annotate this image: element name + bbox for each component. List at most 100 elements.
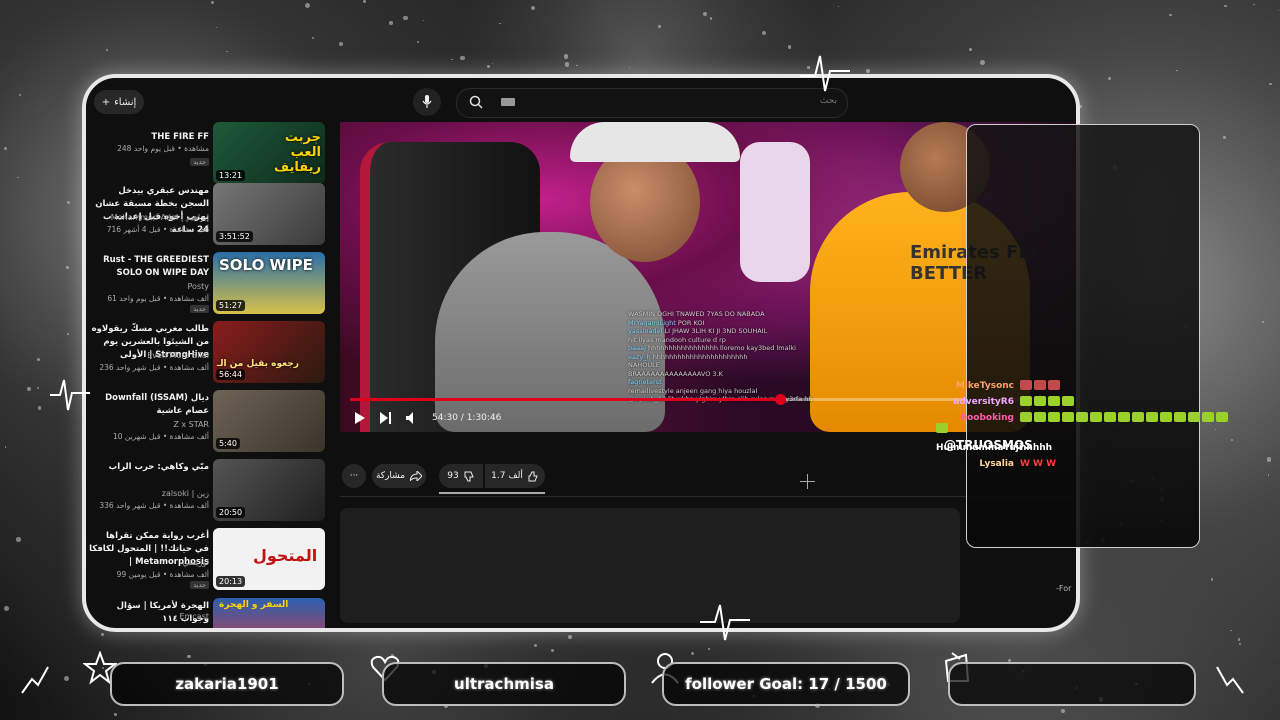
- stream-chat-overlay: WASMIN DGHI TNAWED 7YAS DO NABADA MrYagam…: [628, 310, 868, 404]
- latest-follower-slot: ultrachmisa: [382, 662, 626, 706]
- overlay-chat-line: NAHOULE: [628, 361, 868, 370]
- chat-username[interactable]: HumunuminaYuji: [936, 443, 1022, 453]
- channel-name[interactable]: Even More Bilal: [89, 351, 209, 360]
- video-duration: 51:27: [216, 300, 246, 311]
- create-button[interactable]: + إنشاء: [94, 90, 144, 114]
- chat-username[interactable]: MikeTysonc: [936, 381, 1014, 391]
- chat-message: hhhhh: [1020, 443, 1053, 453]
- splatter-dot: [16, 537, 21, 542]
- emote-icon: [1174, 412, 1186, 422]
- more-actions-button[interactable]: ···: [342, 464, 366, 488]
- channel-name[interactable]: Mohammed Adel | إبراهيم: [89, 213, 209, 222]
- heartbeat-top-icon: [800, 55, 850, 92]
- video-thumbnail[interactable]: 20:50: [213, 459, 325, 521]
- video-title[interactable]: مبّي وكاهي: حرب الراب: [89, 461, 209, 474]
- splatter-dot: [37, 357, 40, 361]
- recommendations-list: جربت العب ريفايف 13:21 THE FIRE FF 248 م…: [86, 122, 331, 628]
- splatter-dot: [658, 25, 662, 28]
- splatter-dot: [1261, 320, 1264, 323]
- video-meta: 716 ألف مشاهدة • قبل 4 أشهر: [106, 225, 209, 234]
- splatter-dot: [709, 17, 713, 20]
- overlay-chat-message: hhhhhhhhhhhhhhhhhhhhhhh: [652, 352, 748, 361]
- emote-icon: [1188, 412, 1200, 422]
- splatter-dot: [3, 605, 9, 611]
- splatter-dot: [389, 21, 393, 25]
- overlay-chat-message: WASMIN DGHI TNAWED 7YAS DO NABADA: [628, 310, 765, 318]
- emote-icon: [1048, 396, 1060, 406]
- share-icon: [410, 471, 423, 481]
- recommendation-item[interactable]: جربت العب ريفايف 13:21 THE FIRE FF 248 م…: [86, 122, 331, 186]
- video-thumbnail[interactable]: SOLO WIPE 51:27: [213, 252, 325, 314]
- video-title[interactable]: Rust - THE GREEDIEST SOLO ON WIPE DAY: [89, 254, 209, 280]
- new-badge: جديد: [190, 305, 209, 313]
- search-input[interactable]: بحث: [456, 88, 848, 118]
- recommendation-item[interactable]: SOLO WIPE 51:27 Rust - THE GREEDIEST SOL…: [86, 252, 331, 316]
- channel-name[interactable]: لوريسي: [89, 558, 209, 567]
- video-thumbnail[interactable]: 3:51:52: [213, 183, 325, 245]
- next-icon[interactable]: [380, 412, 392, 424]
- recommendation-item[interactable]: 5:40 Downfall (ISSAM) دیال عصام عاشية Z …: [86, 390, 331, 454]
- channel-name[interactable]: zalsoki | زين: [89, 489, 209, 498]
- description-box[interactable]: [340, 508, 960, 623]
- chat-username[interactable]: booboking: [936, 413, 1014, 423]
- overlay-chat-user: yassinadel: [628, 327, 665, 335]
- dislike-count: 93: [447, 471, 459, 481]
- emote-icon: [1034, 396, 1046, 406]
- video-thumbnail[interactable]: رجعوه بقيل من الـ 56:44: [213, 321, 325, 383]
- recommendation-item[interactable]: المتحول 20:13 أغرب رواية ممكن تقراها في …: [86, 528, 331, 592]
- microphone-icon: [422, 95, 432, 108]
- latest-subscriber-slot: zakaria1901: [110, 662, 344, 706]
- create-label: إنشاء: [114, 96, 137, 108]
- thumbnail-text: SOLO WIPE: [219, 256, 313, 274]
- recommendation-item[interactable]: السفر و الهجرة الهجرة لأمريكا | سؤال وجو…: [86, 598, 331, 628]
- chat-message: W W W: [1020, 459, 1057, 469]
- dislike-button[interactable]: 93: [439, 464, 483, 488]
- overlay-chat-line: WASMIN DGHI TNAWED 7YAS DO NABADA: [628, 310, 868, 319]
- emote-icon: [1090, 412, 1102, 422]
- overlay-chat-message: hit ilyas mandooh culture d rp: [628, 335, 726, 344]
- keyboard-icon[interactable]: [501, 98, 515, 106]
- channel-name[interactable]: Posty: [89, 282, 209, 291]
- chat-line: MikeTysonc: [936, 380, 1236, 391]
- play-icon[interactable]: [354, 412, 366, 424]
- channel-name[interactable]: Emcast: [89, 612, 209, 621]
- recommendation-item[interactable]: 3:51:52 مهندس عبقري بيدخل السجن بخطة مسب…: [86, 183, 331, 247]
- recommendation-item[interactable]: رجعوه بقيل من الـ 56:44 طالب مغربي مسكّ …: [86, 321, 331, 385]
- video-thumbnail[interactable]: المتحول 20:13: [213, 528, 325, 590]
- splatter-dot: [628, 67, 630, 69]
- video-duration: 56:44: [216, 369, 246, 380]
- splatter-dot: [460, 55, 465, 61]
- splatter-dot: [4, 446, 7, 448]
- voice-search-button[interactable]: [413, 88, 441, 116]
- video-title[interactable]: THE FIRE FF: [89, 131, 209, 144]
- video-thumbnail[interactable]: جربت العب ريفايف 13:21: [213, 122, 325, 184]
- video-thumbnail[interactable]: 5:40: [213, 390, 325, 452]
- progress-scrubber[interactable]: [774, 394, 786, 405]
- chat-username[interactable]: Lysalia: [936, 459, 1014, 469]
- follower-goal-text: follower Goal: 17 / 1500: [685, 675, 887, 693]
- splatter-dot: [1223, 136, 1226, 139]
- splatter-dot: [66, 265, 70, 269]
- video-title[interactable]: Downfall (ISSAM) دیال عصام عاشية: [89, 392, 209, 418]
- overlay-chat-line: yassinadel LI JHAW 3LIH KI JI 3ND SOUHAI…: [628, 327, 868, 336]
- emote-icon: [1118, 412, 1130, 422]
- volume-icon[interactable]: [406, 412, 418, 424]
- like-button[interactable]: 1.7 ألف: [485, 464, 545, 488]
- recommendation-item[interactable]: 20:50 مبّي وكاهي: حرب الراب zalsoki | زي…: [86, 459, 331, 523]
- thumbs-down-icon: [464, 471, 474, 481]
- video-duration: 20:13: [216, 576, 246, 587]
- youtube-topbar: + إنشاء بحث: [86, 78, 1076, 122]
- chat-username[interactable]: adversityR6: [936, 397, 1014, 407]
- video-thumbnail[interactable]: السفر و الهجرة: [213, 598, 325, 628]
- emote-icon: [1132, 412, 1144, 422]
- overlay-chat-line: hit ilyas mandooh culture d rp: [628, 336, 868, 345]
- search-icon: [469, 95, 483, 109]
- plus-icon: +: [101, 96, 111, 108]
- stream-chat-panel: [966, 124, 1200, 548]
- share-button[interactable]: مشاركة: [372, 464, 426, 488]
- heartbeat-corner-left-icon: [15, 660, 55, 700]
- splatter-dot: [100, 632, 104, 637]
- splatter-dot: [37, 405, 42, 410]
- channel-name[interactable]: Z x STAR: [89, 420, 209, 429]
- emote-icon: [1020, 412, 1032, 422]
